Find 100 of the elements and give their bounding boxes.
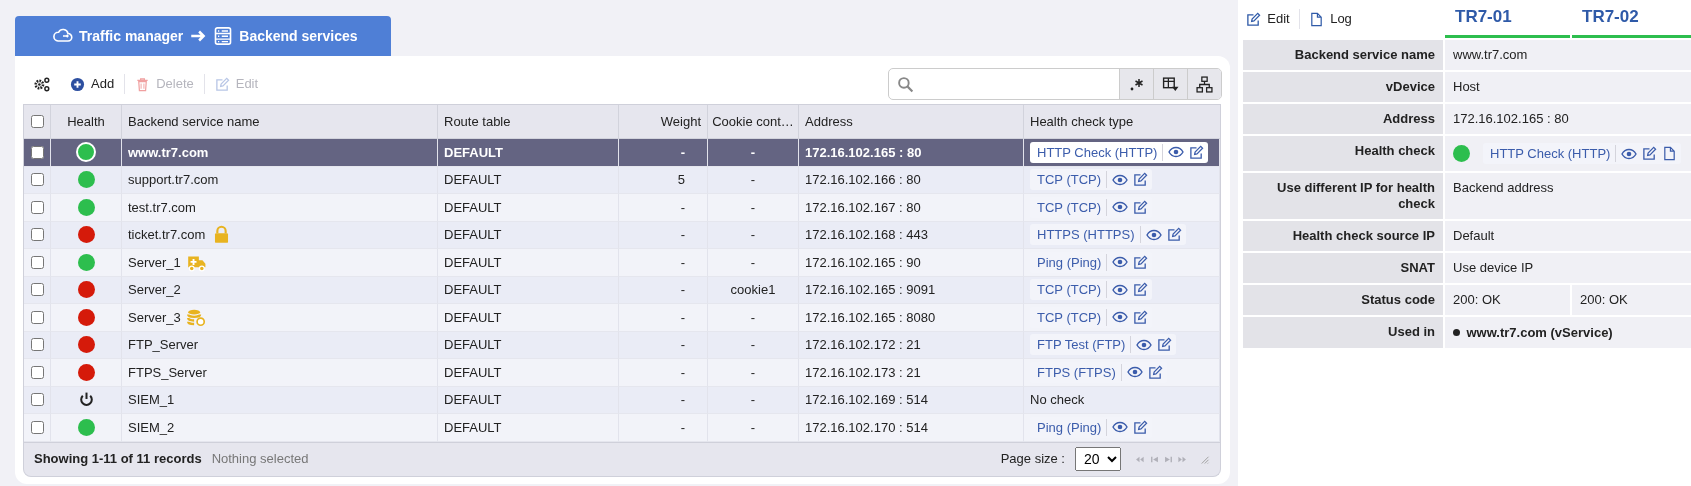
edit-icon bbox=[1133, 254, 1149, 270]
row-checkbox[interactable] bbox=[30, 420, 44, 434]
cookie: - bbox=[750, 336, 756, 354]
weight: - bbox=[680, 198, 685, 217]
cookie: - bbox=[750, 391, 756, 409]
row-checkbox[interactable] bbox=[30, 255, 44, 269]
edit-button[interactable] bbox=[1642, 146, 1658, 161]
route-table: DEFAULT bbox=[444, 225, 502, 245]
edit-button[interactable] bbox=[1157, 337, 1173, 353]
edit-button[interactable] bbox=[1133, 254, 1149, 270]
field-label: Health check bbox=[1354, 143, 1435, 158]
page-size-select[interactable]: 20 bbox=[1075, 447, 1121, 471]
row-highlight[interactable] bbox=[24, 386, 1220, 414]
cookie: - bbox=[750, 171, 756, 189]
health-check-link[interactable]: FTP Test (FTP) bbox=[1037, 335, 1126, 355]
add-button[interactable]: Add bbox=[60, 72, 125, 96]
edit-button[interactable] bbox=[1133, 419, 1149, 435]
route-table: DEFAULT bbox=[444, 170, 502, 190]
row-checkbox[interactable] bbox=[30, 365, 44, 379]
edit-button[interactable] bbox=[1133, 282, 1149, 298]
field-label: Address bbox=[1382, 111, 1435, 126]
cookie: - bbox=[750, 308, 756, 327]
address: 172.16.102.172 : 21 bbox=[805, 336, 921, 354]
breadcrumb-item[interactable]: Traffic manager bbox=[79, 25, 184, 47]
edit-icon bbox=[1133, 199, 1149, 215]
cookie: - bbox=[750, 253, 756, 272]
row-checkbox[interactable] bbox=[30, 145, 44, 159]
health-check-link[interactable]: TCP (TCP) bbox=[1037, 197, 1102, 217]
field-label: vDevice bbox=[1385, 79, 1435, 94]
weight: - bbox=[680, 281, 685, 299]
edit-icon bbox=[1189, 144, 1205, 160]
edit-icon bbox=[1133, 309, 1149, 325]
row-checkbox[interactable] bbox=[30, 200, 44, 214]
column-header[interactable]: Route table bbox=[444, 111, 511, 132]
address: 172.16.102.166 : 80 bbox=[805, 171, 921, 189]
route-table: DEFAULT bbox=[444, 252, 502, 272]
edit-icon bbox=[1166, 227, 1182, 243]
edit-button[interactable] bbox=[1133, 172, 1149, 188]
tree-view-button[interactable] bbox=[1187, 69, 1221, 99]
health-check-type: No check bbox=[1030, 391, 1085, 409]
health-check-link[interactable]: TCP (TCP) bbox=[1037, 280, 1102, 300]
log-button[interactable] bbox=[1662, 146, 1678, 161]
weight: 5 bbox=[677, 171, 685, 189]
column-header[interactable]: Health check type bbox=[1030, 111, 1134, 132]
weight: - bbox=[680, 143, 685, 162]
route-table: DEFAULT bbox=[444, 417, 502, 437]
edit-button[interactable] bbox=[1133, 309, 1149, 325]
file-icon bbox=[1309, 11, 1325, 27]
service-name: test.tr7.com bbox=[128, 198, 196, 217]
column-header[interactable]: Backend service name bbox=[128, 111, 260, 132]
field-label: Health check source IP bbox=[1292, 228, 1435, 243]
health-check-link[interactable]: Ping (Ping) bbox=[1037, 252, 1102, 272]
edit-icon bbox=[1246, 11, 1262, 27]
server-icon bbox=[213, 26, 234, 46]
row-checkbox[interactable] bbox=[30, 310, 44, 324]
edit-button[interactable] bbox=[1133, 199, 1149, 215]
regex-icon bbox=[1128, 76, 1145, 92]
health-check-link[interactable]: HTTP Check (HTTP) bbox=[1037, 142, 1158, 162]
address: 172.16.102.165 : 90 bbox=[805, 253, 921, 272]
service-name: FTPS_Server bbox=[128, 363, 207, 382]
edit-icon bbox=[214, 76, 230, 92]
coins-icon bbox=[187, 307, 207, 327]
breadcrumb-item[interactable]: Backend services bbox=[239, 25, 358, 47]
address: 172.16.102.165 : 8080 bbox=[805, 308, 936, 327]
health-check-link[interactable]: FTPS (FTPS) bbox=[1037, 362, 1116, 382]
row-highlight[interactable] bbox=[24, 359, 1220, 387]
search-field[interactable] bbox=[888, 68, 1222, 100]
trash-icon bbox=[135, 76, 151, 92]
edit-button[interactable] bbox=[1166, 227, 1182, 243]
page-size-label: Page size : bbox=[1000, 450, 1065, 469]
regex-button[interactable] bbox=[1119, 69, 1153, 99]
select-all-checkbox[interactable] bbox=[30, 115, 44, 128]
edit-button[interactable] bbox=[1189, 144, 1205, 160]
log-button[interactable]: Log bbox=[1305, 7, 1356, 31]
row-checkbox[interactable] bbox=[30, 173, 44, 187]
sitemap-icon bbox=[1196, 75, 1213, 93]
column-filter-button[interactable] bbox=[1153, 69, 1187, 99]
row-checkbox[interactable] bbox=[30, 338, 44, 352]
route-table: DEFAULT bbox=[444, 197, 502, 217]
health-check-link[interactable]: HTTPS (HTTPS) bbox=[1037, 225, 1135, 245]
row-highlight[interactable] bbox=[24, 304, 1220, 332]
row-checkbox[interactable] bbox=[30, 283, 44, 297]
row-highlight[interactable] bbox=[24, 194, 1220, 222]
service-name: www.tr7.com bbox=[128, 143, 209, 162]
row-checkbox[interactable] bbox=[30, 228, 44, 242]
row-highlight[interactable] bbox=[24, 249, 1220, 277]
column-header[interactable]: Health bbox=[67, 111, 105, 132]
health-check-link[interactable]: TCP (TCP) bbox=[1037, 170, 1102, 190]
service-name: SIEM_2 bbox=[128, 418, 175, 437]
field-value: Use device IP bbox=[1453, 260, 1534, 275]
row-checkbox[interactable] bbox=[30, 393, 44, 407]
column-header[interactable]: Address bbox=[805, 111, 853, 132]
column-header[interactable]: Cookie cont… bbox=[712, 111, 794, 132]
health-check-link[interactable]: Ping (Ping) bbox=[1037, 417, 1102, 437]
row-highlight[interactable] bbox=[24, 414, 1220, 442]
selection-status: Nothing selected bbox=[211, 450, 309, 469]
edit-button[interactable]: Edit bbox=[1243, 7, 1293, 31]
column-header[interactable]: Weight bbox=[660, 111, 701, 132]
health-check-link[interactable]: TCP (TCP) bbox=[1037, 307, 1102, 327]
edit-button[interactable] bbox=[1147, 364, 1163, 380]
